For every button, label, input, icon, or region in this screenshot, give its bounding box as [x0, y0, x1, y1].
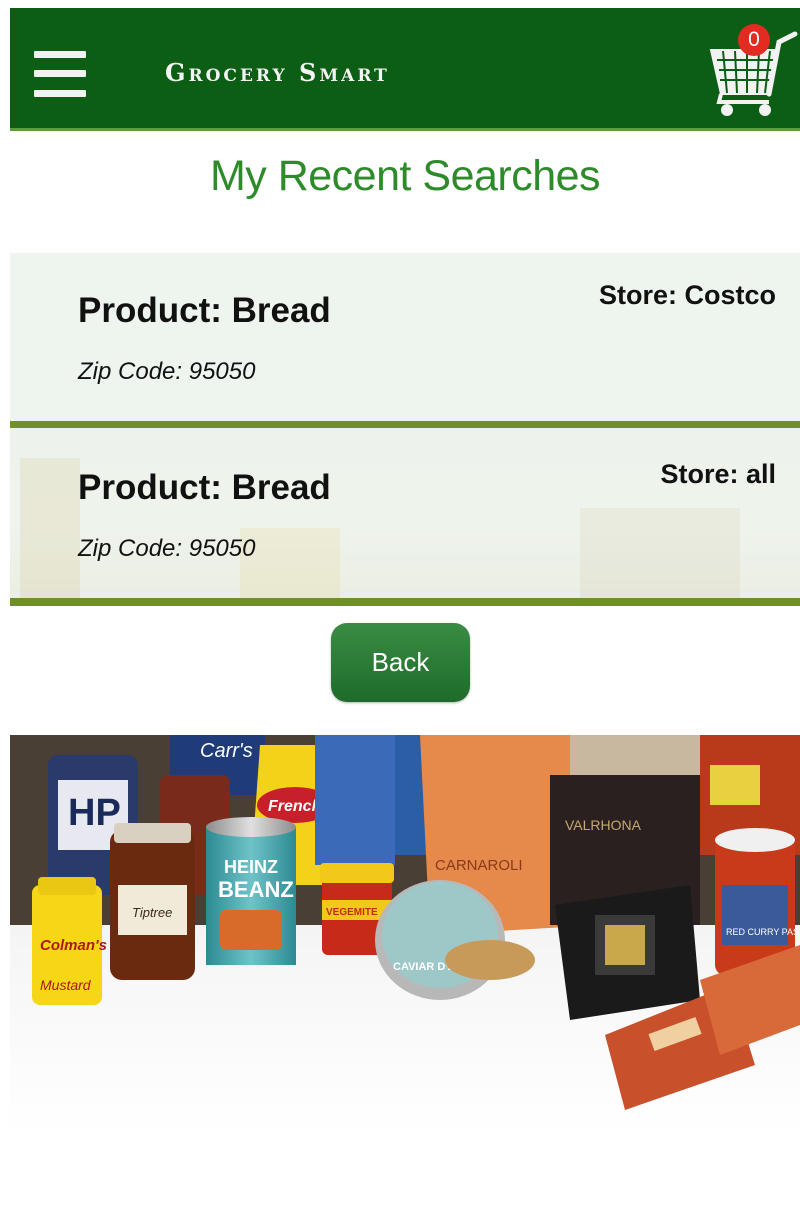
back-button[interactable]: Back	[331, 623, 470, 702]
photo-label: BEANZ	[218, 877, 294, 902]
search-store: Store: Costco	[598, 280, 776, 310]
search-zip-code: Zip Code: 95050	[78, 358, 256, 385]
photo-label: RED CURRY PASTE	[726, 927, 800, 937]
photo-label: Carr's	[200, 740, 253, 762]
cart-button[interactable]: 0	[707, 20, 799, 120]
search-product: Product: Bread	[78, 291, 331, 330]
photo-label: Mustard	[40, 977, 92, 993]
page-title: My Recent Searches	[209, 152, 601, 200]
hamburger-menu-bar	[34, 90, 86, 97]
app-header: Grocery Smart 0	[10, 8, 800, 128]
header-divider	[10, 128, 800, 131]
photo-label: HP	[68, 792, 121, 834]
cart-count-badge: 0	[738, 24, 770, 56]
app-title: Grocery Smart	[165, 58, 390, 87]
search-store: Store: all	[660, 459, 776, 489]
photo-label: VALRHONA	[565, 817, 642, 833]
photo-label: HEINZ	[224, 857, 278, 877]
top-strip	[0, 0, 800, 8]
groceries-photo: Carr's CARNAROLI HP French's VALRHONA RE…	[10, 735, 800, 1135]
photo-label: CARNAROLI	[435, 857, 523, 874]
hamburger-menu-icon	[34, 51, 86, 58]
recent-search-item[interactable]: Product: Bread Zip Code: 95050 Store: Co…	[10, 253, 800, 421]
list-divider	[10, 598, 800, 606]
photo-label: Colman's	[40, 937, 107, 954]
menu-button[interactable]	[34, 51, 86, 97]
recent-search-item[interactable]: Product: Bread Zip Code: 95050 Store: al…	[10, 428, 800, 598]
search-zip-code: Zip Code: 95050	[78, 535, 256, 562]
list-divider	[10, 421, 800, 428]
card-background-image	[20, 458, 740, 598]
photo-label: Tiptree	[132, 905, 172, 920]
photo-label: VEGEMITE	[326, 907, 378, 918]
hamburger-menu-bar	[34, 70, 86, 77]
search-product: Product: Bread	[78, 468, 331, 507]
